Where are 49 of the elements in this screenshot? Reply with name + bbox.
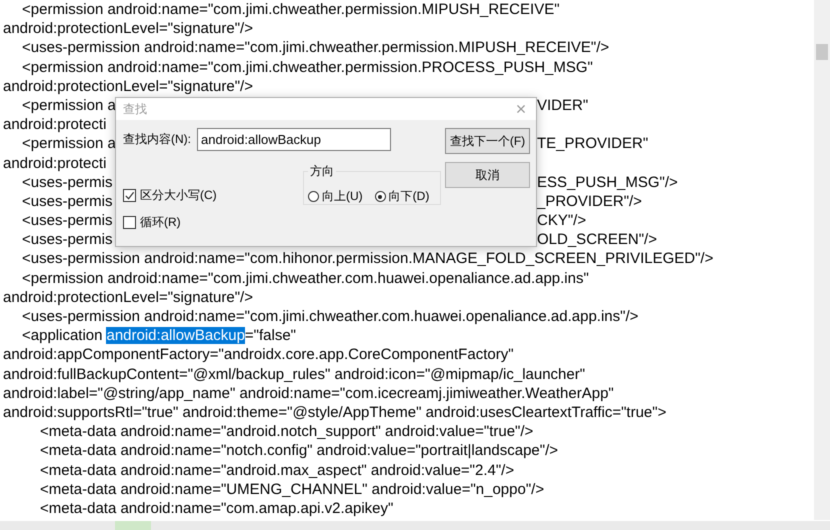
code-line: <uses-permis xyxy=(22,231,112,248)
code-line: android:protectionLevel="signature"/> xyxy=(3,20,253,38)
find-next-button[interactable]: 查找下一个(F) xyxy=(445,128,530,154)
code-line: <permission a xyxy=(22,135,116,152)
code-line: android:fullBackupContent="@xml/backup_rules" android:icon="@mipmap/ic_launcher" xyxy=(3,366,586,383)
code-text: <application xyxy=(22,327,102,344)
highlighted-text: android:allowBackup xyxy=(106,327,245,344)
code-line: android:supportsRtl="true" android:theme="@style/AppTheme" android:usesCleartextTraffic="true"> xyxy=(3,404,666,421)
code-line: <permission android:name="com.jimi.chweather.permission.PROCESS_PUSH_MSG" xyxy=(22,58,593,76)
checkbox[interactable] xyxy=(123,216,136,229)
code-line: <uses-permission android:name="com.hihonor.permission.MANAGE_FOLD_SCREEN_PRIVILEGED"/> xyxy=(22,250,714,268)
code-line: CKY"/> xyxy=(537,211,586,230)
code-line: <meta-data android:name="com.amap.api.v2.apikey" xyxy=(40,500,394,517)
checkbox[interactable] xyxy=(123,189,136,202)
code-line: <uses-permission android:name="com.jimi.chweather.com.huawei.openaliance.ad.app.ins"/> xyxy=(22,308,638,325)
radio-option[interactable]: 向上(U) xyxy=(308,188,363,205)
code-text: ="false" xyxy=(244,327,296,344)
code-line: <uses-permis xyxy=(22,174,112,191)
code-line: <meta-data android:name="android.max_aspect" android:value="2.4"/> xyxy=(40,462,514,478)
code-line: <meta-data android:name="notch.config" android:value="portrait|landscape"/> xyxy=(40,442,558,460)
code-line: android:protectionLevel="signature"/> xyxy=(3,288,253,306)
find-input[interactable]: android:allowBackup xyxy=(197,128,391,151)
group-label: 方向 xyxy=(309,163,335,180)
code-line: android:protecti xyxy=(3,116,106,134)
checkbox-option[interactable]: 循环(R) xyxy=(123,214,217,231)
code-line: <uses-permission android:name="com.jimi.chweather.permission.MIPUSH_RECEIVE"/> xyxy=(22,39,610,56)
code-line: ESS_PUSH_MSG"/> xyxy=(537,172,678,192)
code-line: OLD_SCREEN"/> xyxy=(537,230,657,250)
code-line: <uses-permis xyxy=(22,212,112,230)
code-line: TE_PROVIDER" xyxy=(537,134,648,154)
code-line: VIDER" xyxy=(537,96,588,116)
checkbox-option[interactable]: 区分大小写(C) xyxy=(123,187,217,204)
dialog-title: 查找 xyxy=(123,100,147,118)
code-line: <meta-data android:name="android.notch_support" android:value="true"/> xyxy=(40,423,534,440)
code-line: <meta-data android:name="UMENG_CHANNEL" android:value="n_oppo"/> xyxy=(40,480,544,498)
code-line: <permission android:name="com.jimi.chweather.com.huawei.openaliance.ad.app.ins" xyxy=(22,270,589,287)
code-line: android:protecti xyxy=(3,154,106,172)
code-line: <permission android:name="com.jimi.chweather.permission.MIPUSH_RECEIVE" xyxy=(22,1,560,18)
radio-button[interactable] xyxy=(308,191,319,202)
code-line: _PROVIDER"/> xyxy=(537,192,642,212)
find-label: 查找内容(N): xyxy=(123,131,191,148)
radio-button[interactable] xyxy=(374,191,386,202)
code-line: android:label="@string/app_name" android:name="com.icecreamj.jimiweather.WeatherApp" xyxy=(3,384,614,402)
code-line: <permission a xyxy=(22,96,116,114)
radio-option[interactable]: 向下(D) xyxy=(374,188,430,205)
code-line: <uses-permis xyxy=(22,192,112,210)
cancel-button[interactable]: 取消 xyxy=(445,162,530,188)
code-line: android:appComponentFactory="androidx.core.app.CoreComponentFactory" xyxy=(3,346,514,364)
code-line: android:protectionLevel="signature"/> xyxy=(3,78,253,95)
